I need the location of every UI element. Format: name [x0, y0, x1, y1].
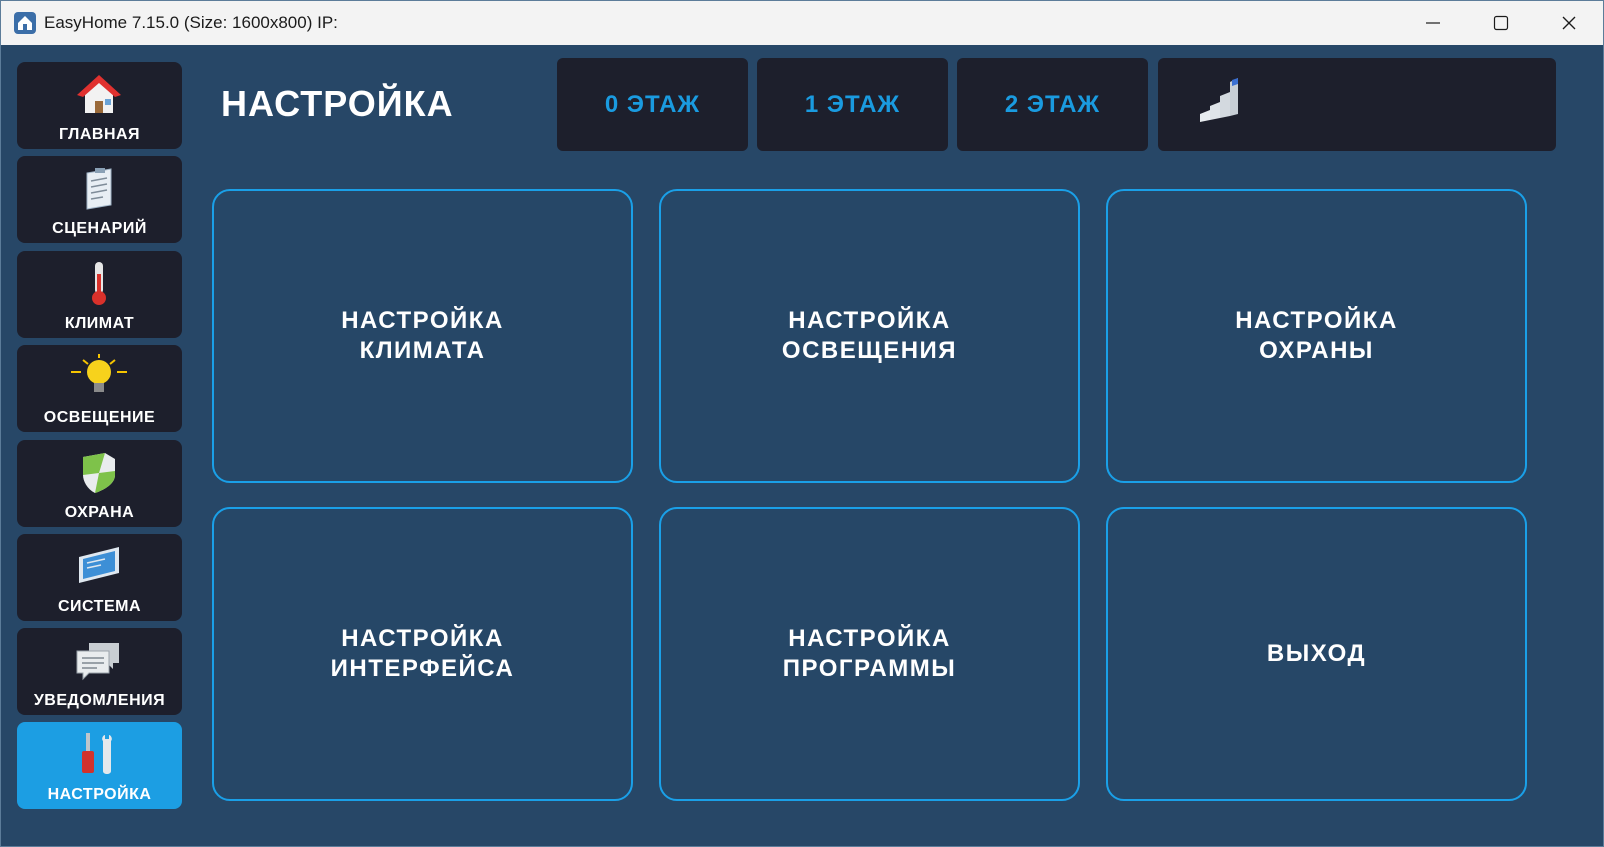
lightbulb-icon: [69, 354, 129, 400]
sidebar-item-label: ГЛАВНАЯ: [58, 126, 141, 143]
sidebar-item-security[interactable]: ОХРАНА: [17, 440, 182, 527]
minimize-icon: [1426, 22, 1440, 24]
tile-title: НАСТРОЙКА: [341, 307, 504, 334]
page-title: НАСТРОЙКА: [221, 83, 454, 124]
window-controls: [1399, 1, 1603, 45]
tile-title: НАСТРОЙКА: [341, 625, 504, 652]
close-button[interactable]: [1535, 1, 1603, 45]
sidebar-item-label: КЛИМАТ: [64, 315, 135, 332]
clipboard-icon: [75, 165, 123, 211]
sidebar-item-lighting[interactable]: ОСВЕЩЕНИЕ: [17, 345, 182, 432]
sidebar-item-climate[interactable]: КЛИМАТ: [17, 251, 182, 338]
floor-0-button[interactable]: 0 ЭТАЖ: [557, 58, 748, 151]
tile-title: ВЫХОД: [1266, 640, 1367, 667]
program-settings-tile[interactable]: НАСТРОЙКА ПРОГРАММЫ: [659, 507, 1080, 801]
all-floors-button[interactable]: [1158, 58, 1556, 151]
interface-settings-tile[interactable]: НАСТРОЙКА ИНТЕРФЕЙСА: [212, 507, 633, 801]
thermometer-icon: [75, 260, 123, 306]
sidebar-item-home[interactable]: ГЛАВНАЯ: [17, 62, 182, 149]
minimize-button[interactable]: [1399, 1, 1467, 45]
sidebar-item-settings[interactable]: НАСТРОЙКА: [17, 722, 182, 809]
sidebar-item-label: СЦЕНАРИЙ: [52, 220, 147, 237]
tile-title: НАСТРОЙКА: [788, 625, 951, 652]
main-content: ГЛАВНАЯ СЦЕНАРИЙ КЛИМАТ ОСВЕЩЕНИЕ ОХРАНА…: [1, 45, 1603, 846]
window-title: EasyHome 7.15.0 (Size: 1600x800) IP:: [44, 13, 338, 32]
sidebar-item-label: СИСТЕМА: [57, 598, 142, 615]
tile-title: НАСТРОЙКА: [1235, 307, 1398, 334]
sidebar-item-scenario[interactable]: СЦЕНАРИЙ: [17, 156, 182, 243]
tools-icon: [75, 731, 123, 777]
stairs-icon: [1198, 70, 1244, 122]
shield-icon: [75, 449, 123, 495]
house-icon: [75, 71, 123, 117]
sidebar-item-label: НАСТРОЙКА: [47, 786, 152, 803]
sidebar-item-label: ОСВЕЩЕНИЕ: [43, 409, 156, 426]
app-logo-icon: [14, 12, 36, 34]
tile-subtitle: КЛИМАТА: [359, 337, 486, 364]
sidebar-item-notifications[interactable]: УВЕДОМЛЕНИЯ: [17, 628, 182, 715]
close-icon: [1562, 16, 1576, 30]
maximize-button[interactable]: [1467, 1, 1535, 45]
floor-2-button[interactable]: 2 ЭТАЖ: [957, 58, 1148, 151]
sidebar-item-system[interactable]: СИСТЕМА: [17, 534, 182, 621]
exit-tile[interactable]: ВЫХОД: [1106, 507, 1527, 801]
tile-subtitle: ОХРАНЫ: [1259, 337, 1374, 364]
app-window: EasyHome 7.15.0 (Size: 1600x800) IP: ГЛА…: [0, 0, 1604, 847]
title-bar[interactable]: EasyHome 7.15.0 (Size: 1600x800) IP:: [1, 1, 1603, 45]
tile-title: НАСТРОЙКА: [788, 307, 951, 334]
floor-1-button[interactable]: 1 ЭТАЖ: [757, 58, 948, 151]
security-settings-tile[interactable]: НАСТРОЙКА ОХРАНЫ: [1106, 189, 1527, 483]
sidebar-item-label: ОХРАНА: [64, 504, 135, 521]
sidebar-item-label: УВЕДОМЛЕНИЯ: [33, 692, 166, 709]
maximize-icon: [1493, 15, 1509, 31]
tile-subtitle: ОСВЕЩЕНИЯ: [781, 337, 958, 364]
monitor-icon: [75, 543, 123, 589]
tile-subtitle: ПРОГРАММЫ: [782, 655, 957, 682]
tile-subtitle: ИНТЕРФЕЙСА: [330, 655, 515, 682]
climate-settings-tile[interactable]: НАСТРОЙКА КЛИМАТА: [212, 189, 633, 483]
lighting-settings-tile[interactable]: НАСТРОЙКА ОСВЕЩЕНИЯ: [659, 189, 1080, 483]
chat-bubbles-icon: [75, 637, 123, 683]
